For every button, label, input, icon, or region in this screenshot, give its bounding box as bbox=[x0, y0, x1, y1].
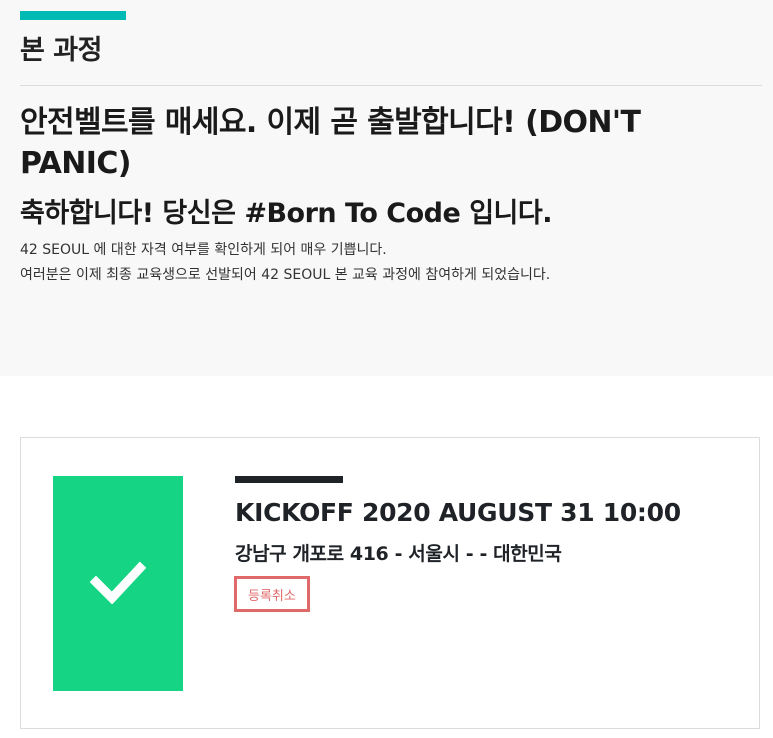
event-title: KICKOFF 2020 AUGUST 31 10:00 bbox=[235, 498, 681, 527]
intro-line: 42 SEOUL 에 대한 자격 여부를 확인하게 되어 매우 기쁩니다. bbox=[20, 242, 387, 258]
accent-bar bbox=[20, 11, 126, 20]
checkmark-icon bbox=[89, 560, 147, 608]
intro-section: 본 과정 안전벨트를 매세요. 이제 곧 출발합니다! (DON'T PANIC… bbox=[0, 0, 773, 376]
cancel-registration-button[interactable]: 등록취소 bbox=[234, 576, 310, 612]
divider bbox=[20, 85, 762, 86]
page-subheadline: 축하합니다! 당신은 #Born To Code 입니다. bbox=[20, 198, 552, 229]
event-location: 강남구 개포로 416 - 서울시 - - 대한민국 bbox=[235, 543, 562, 565]
section-title: 본 과정 bbox=[20, 35, 102, 66]
registration-status-box bbox=[53, 476, 183, 691]
intro-text: 42 SEOUL 에 대한 자격 여부를 확인하게 되어 매우 기쁩니다. 여러… bbox=[20, 238, 760, 288]
page-headline: 안전벨트를 매세요. 이제 곧 출발합니다! (DON'T PANIC) bbox=[20, 105, 641, 181]
intro-line: 여러분은 이제 최종 교육생으로 선발되어 42 SEOUL 본 교육 과정에 … bbox=[20, 267, 551, 283]
event-bar bbox=[235, 476, 343, 483]
event-card: KICKOFF 2020 AUGUST 31 10:00 강남구 개포로 416… bbox=[20, 437, 760, 729]
